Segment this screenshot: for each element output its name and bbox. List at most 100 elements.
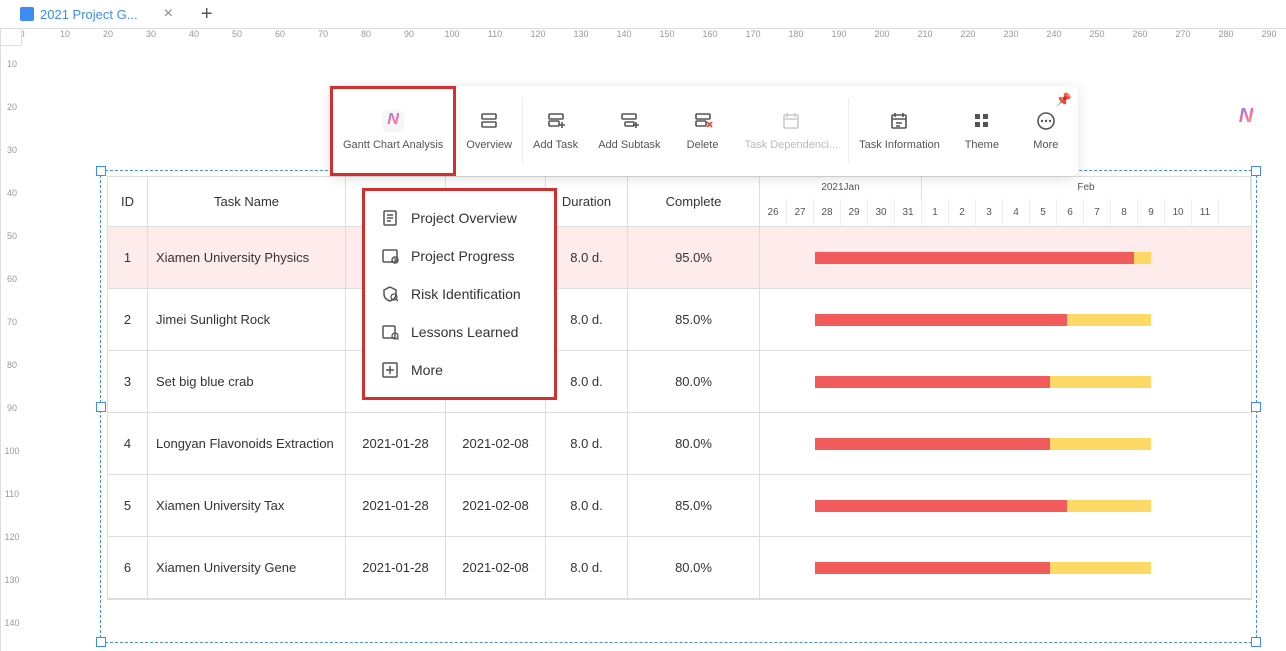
ruler-corner: [0, 28, 22, 46]
ruler-tick: 80: [1, 360, 23, 370]
task-dependencies-button: Task Dependenci...: [735, 86, 849, 176]
delete-icon: [692, 110, 714, 132]
progress-icon: [381, 247, 399, 265]
dropdown-label: More: [411, 362, 443, 378]
delete-button[interactable]: Delete: [671, 86, 735, 176]
more-icon: [1035, 110, 1057, 132]
gantt-analysis-icon: N: [382, 110, 404, 132]
ruler-tick: 120: [528, 29, 548, 39]
ruler-tick: 100: [442, 29, 462, 39]
ruler-tick: 270: [1173, 29, 1193, 39]
tab-title: 2021 Project G...: [40, 7, 138, 22]
theme-button[interactable]: Theme: [950, 86, 1014, 176]
risk-identification-item[interactable]: Risk Identification: [365, 275, 554, 313]
ruler-tick: 50: [1, 231, 23, 241]
toolbar-label: Delete: [687, 138, 719, 152]
ruler-tick: 20: [98, 29, 118, 39]
risk-icon: [381, 285, 399, 303]
ruler-tick: 120: [1, 532, 23, 542]
selection-frame: [100, 170, 1257, 643]
dropdown-label: Risk Identification: [411, 286, 521, 302]
theme-icon: [971, 110, 993, 132]
ruler-tick: 210: [915, 29, 935, 39]
ruler-tick: 230: [1001, 29, 1021, 39]
ruler-tick: 10: [55, 29, 75, 39]
project-overview-item[interactable]: Project Overview: [365, 199, 554, 237]
toolbar-label: Add Task: [533, 138, 578, 152]
ruler-tick: 280: [1216, 29, 1236, 39]
add-subtask-button[interactable]: Add Subtask: [588, 86, 670, 176]
ruler-tick: 90: [1, 403, 23, 413]
resize-handle[interactable]: [96, 637, 106, 647]
ruler-tick: 140: [1, 618, 23, 628]
ruler-tick: 260: [1130, 29, 1150, 39]
resize-handle[interactable]: [96, 402, 106, 412]
ruler-tick: 110: [1, 489, 23, 499]
pin-icon[interactable]: 📌: [1056, 92, 1072, 108]
ruler-tick: 70: [1, 317, 23, 327]
resize-handle[interactable]: [1251, 166, 1261, 176]
lessons-learned-item[interactable]: Lessons Learned: [365, 313, 554, 351]
ruler-tick: 130: [571, 29, 591, 39]
document-icon: [20, 7, 34, 21]
dropdown-label: Project Progress: [411, 248, 514, 264]
ruler-tick: 60: [1, 274, 23, 284]
vertical-ruler: 102030405060708090100110120130140: [0, 46, 22, 651]
ruler-tick: 200: [872, 29, 892, 39]
horizontal-ruler: 0102030405060708090100110120130140150160…: [22, 28, 1286, 46]
app-logo-icon[interactable]: N: [1231, 101, 1261, 131]
overview-button[interactable]: Overview: [456, 86, 522, 176]
toolbar-label: Gantt Chart Analysis: [343, 138, 443, 152]
ruler-tick: 290: [1259, 29, 1279, 39]
ruler-tick: 50: [227, 29, 247, 39]
ruler-tick: 220: [958, 29, 978, 39]
ruler-tick: 40: [1, 188, 23, 198]
resize-handle[interactable]: [1251, 402, 1261, 412]
more-item[interactable]: More: [365, 351, 554, 389]
ruler-tick: 70: [313, 29, 333, 39]
tab-bar: 2021 Project G... × +: [0, 0, 1286, 28]
gantt-analysis-dropdown: Project Overview Project Progress Risk I…: [362, 188, 557, 400]
gantt-toolbar: 📌 N Gantt Chart Analysis Overview Add Ta…: [330, 86, 1078, 176]
task-information-button[interactable]: Task Information: [849, 86, 950, 176]
ruler-tick: 110: [485, 29, 505, 39]
toolbar-label: More: [1033, 138, 1058, 152]
ruler-tick: 250: [1087, 29, 1107, 39]
ruler-tick: 60: [270, 29, 290, 39]
toolbar-label: Add Subtask: [598, 138, 660, 152]
ruler-tick: 240: [1044, 29, 1064, 39]
add-task-button[interactable]: Add Task: [523, 86, 588, 176]
document-tab[interactable]: 2021 Project G... ×: [12, 0, 181, 28]
ruler-tick: 80: [356, 29, 376, 39]
ruler-tick: 140: [614, 29, 634, 39]
ruler-tick: 100: [1, 446, 23, 456]
toolbar-label: Theme: [965, 138, 999, 152]
project-progress-item[interactable]: Project Progress: [365, 237, 554, 275]
add-subtask-icon: [618, 110, 640, 132]
close-tab-icon[interactable]: ×: [164, 5, 173, 23]
ruler-tick: 180: [786, 29, 806, 39]
overview-icon: [381, 209, 399, 227]
dropdown-label: Lessons Learned: [411, 324, 518, 340]
add-task-icon: [545, 110, 567, 132]
ruler-tick: 90: [399, 29, 419, 39]
ruler-tick: 130: [1, 575, 23, 585]
dropdown-label: Project Overview: [411, 210, 517, 226]
resize-handle[interactable]: [96, 166, 106, 176]
plus-icon: [381, 361, 399, 379]
gantt-chart-analysis-button[interactable]: N Gantt Chart Analysis: [330, 86, 456, 176]
lessons-icon: [381, 323, 399, 341]
ruler-tick: 170: [743, 29, 763, 39]
canvas: N 📌 N Gantt Chart Analysis Overview Add …: [22, 46, 1286, 651]
new-tab-button[interactable]: +: [201, 3, 213, 26]
toolbar-label: Task Information: [859, 138, 940, 152]
toolbar-label: Task Dependenci...: [745, 138, 839, 152]
ruler-tick: 190: [829, 29, 849, 39]
calendar-icon: [780, 110, 802, 132]
task-info-icon: [888, 110, 910, 132]
ruler-tick: 30: [141, 29, 161, 39]
resize-handle[interactable]: [1251, 637, 1261, 647]
ruler-tick: 20: [1, 102, 23, 112]
ruler-tick: 160: [700, 29, 720, 39]
toolbar-label: Overview: [466, 138, 512, 152]
